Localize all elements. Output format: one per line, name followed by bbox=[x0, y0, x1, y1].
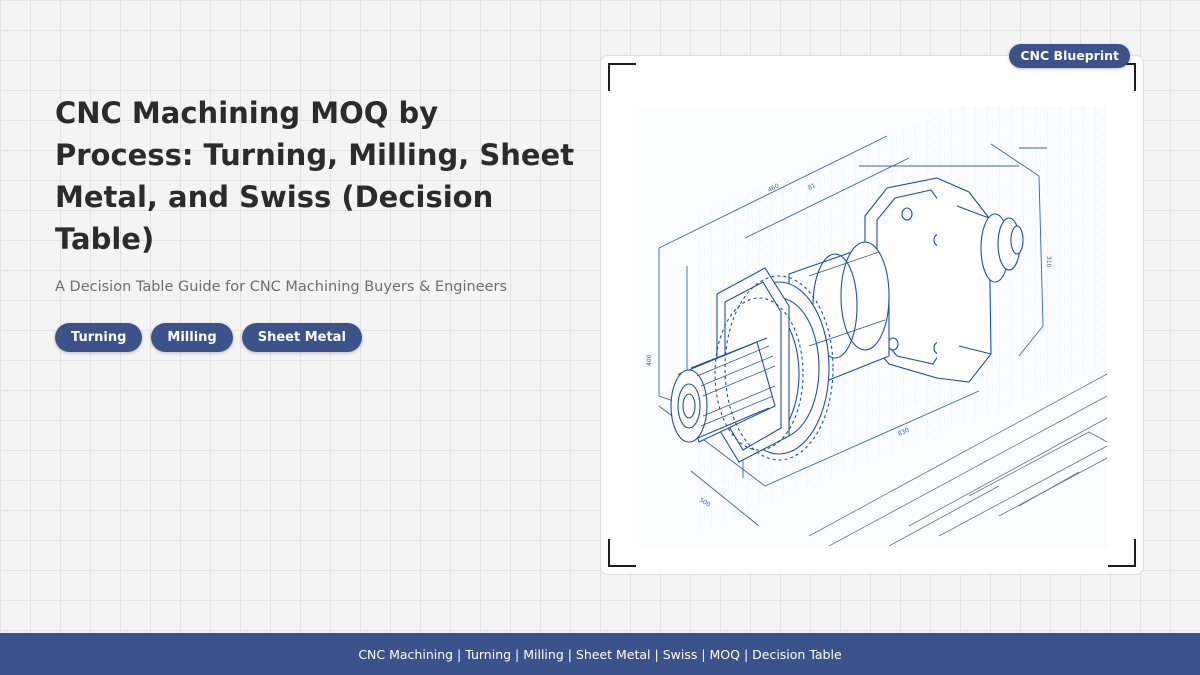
tag-turning[interactable]: Turning bbox=[55, 323, 143, 352]
footer-keywords: CNC Machining | Turning | Milling | Shee… bbox=[358, 646, 842, 662]
tag-milling[interactable]: Milling bbox=[151, 323, 233, 352]
tag-list: Turning Milling Sheet Metal bbox=[55, 323, 362, 352]
page-title: CNC Machining MOQ by Process: Turning, M… bbox=[55, 96, 575, 256]
svg-text:400: 400 bbox=[646, 354, 653, 366]
cnc-blueprint-badge: CNC Blueprint bbox=[1009, 44, 1130, 68]
svg-text:310: 310 bbox=[1045, 256, 1052, 268]
frame-corner-bottom-right bbox=[1108, 539, 1136, 567]
blueprint-image-card: 460 81 830 310 400 500 CNC Blueprint bbox=[600, 44, 1144, 575]
footer-bar: CNC Machining | Turning | Milling | Shee… bbox=[0, 633, 1200, 675]
frame-corner-bottom-left bbox=[608, 539, 636, 567]
page-subtitle: A Decision Table Guide for CNC Machining… bbox=[55, 279, 508, 295]
frame-corner-top-left bbox=[608, 63, 636, 91]
tag-sheet-metal[interactable]: Sheet Metal bbox=[241, 323, 362, 352]
cnc-part-blueprint-illustration: 460 81 830 310 400 500 bbox=[639, 106, 1107, 546]
